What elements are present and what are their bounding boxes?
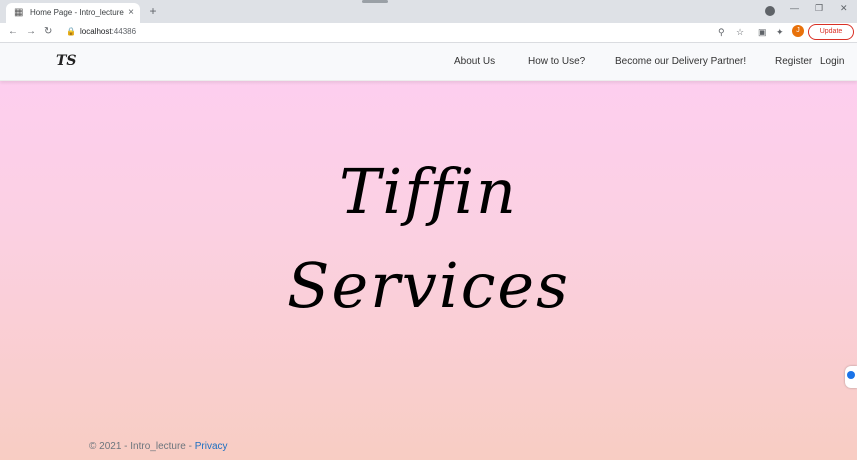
minimize-icon[interactable]: — bbox=[790, 3, 799, 13]
bookmark-star-icon[interactable]: ☆ bbox=[736, 27, 744, 38]
tab-title: Home Page - Intro_lecture bbox=[30, 8, 124, 17]
extensions-puzzle-icon[interactable]: ✦ bbox=[776, 27, 784, 38]
nav-delivery-partner[interactable]: Become our Delivery Partner! bbox=[615, 56, 746, 67]
widget-icon bbox=[847, 371, 855, 379]
browser-tab[interactable]: ▦ Home Page - Intro_lecture × bbox=[6, 3, 140, 23]
url-port: :44386 bbox=[111, 27, 137, 36]
hero-title-line-2: Services bbox=[287, 249, 570, 322]
new-tab-button[interactable]: + bbox=[146, 4, 160, 18]
lock-icon: 🔒 bbox=[66, 27, 76, 36]
site-navbar: TS About Us How to Use? Become our Deliv… bbox=[0, 43, 857, 81]
footer-privacy-link[interactable]: Privacy bbox=[195, 441, 228, 452]
tab-search-icon[interactable] bbox=[765, 6, 775, 16]
footer: © 2021 - Intro_lecture - Privacy bbox=[89, 441, 228, 452]
browser-tabstrip: ▦ Home Page - Intro_lecture × + — ❐ ✕ bbox=[0, 0, 857, 23]
close-window-icon[interactable]: ✕ bbox=[840, 3, 848, 14]
page-favicon-icon: ▦ bbox=[14, 7, 24, 18]
extension-icon[interactable]: ▣ bbox=[758, 27, 767, 38]
nav-about-us[interactable]: About Us bbox=[454, 56, 495, 67]
browser-toolbar: ← → ↻ 🔒 localhost:44386 ⚲ ☆ ▣ ✦ bbox=[0, 23, 857, 43]
url-host: localhost bbox=[80, 27, 112, 36]
page-body: TS About Us How to Use? Become our Deliv… bbox=[0, 43, 857, 460]
update-button[interactable]: Update bbox=[808, 24, 854, 40]
zoom-icon[interactable]: ⚲ bbox=[718, 27, 725, 38]
nav-register[interactable]: Register bbox=[775, 56, 812, 67]
nav-how-to-use[interactable]: How to Use? bbox=[528, 56, 585, 67]
address-url: localhost:44386 bbox=[80, 27, 136, 36]
tab-close-icon[interactable]: × bbox=[128, 7, 134, 18]
restore-icon[interactable]: ❐ bbox=[815, 3, 823, 14]
nav-login[interactable]: Login bbox=[820, 56, 844, 67]
reload-icon[interactable]: ↻ bbox=[44, 26, 52, 37]
profile-avatar[interactable]: J bbox=[792, 25, 804, 37]
address-bar[interactable]: 🔒 localhost:44386 bbox=[60, 25, 753, 40]
forward-icon[interactable]: → bbox=[26, 26, 36, 37]
brand-logo[interactable]: TS bbox=[56, 53, 77, 69]
footer-copyright: © 2021 - Intro_lecture - bbox=[89, 441, 195, 452]
hero-title-line-1: Tiffin bbox=[339, 155, 518, 228]
tab-search-indicator bbox=[362, 0, 388, 3]
side-widget-button[interactable] bbox=[845, 366, 857, 388]
back-icon[interactable]: ← bbox=[8, 26, 18, 37]
